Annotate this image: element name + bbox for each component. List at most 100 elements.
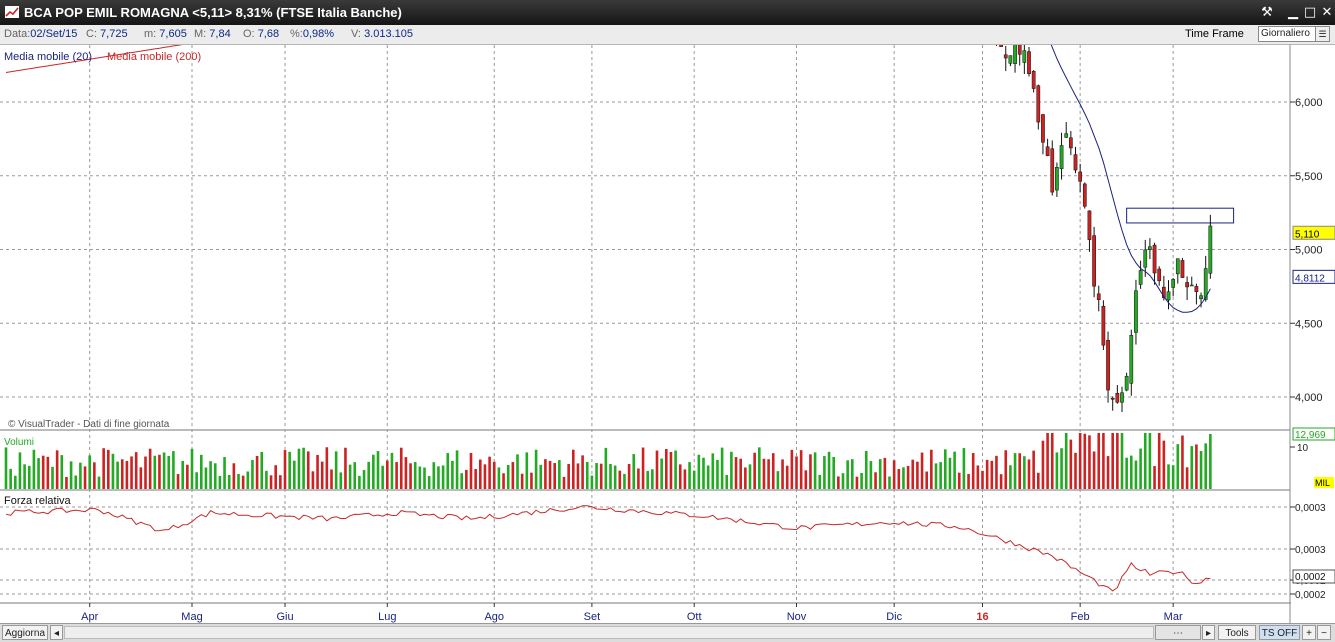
volume-bar [1018, 453, 1021, 489]
candle [1059, 132, 1064, 180]
volume-bar [306, 451, 310, 489]
candle [1069, 131, 1073, 156]
volume-bar [311, 471, 315, 489]
zoom-in-icon[interactable]: + [1302, 625, 1316, 640]
volume-bar [204, 467, 208, 489]
close-info: C: 7,725 [86, 28, 128, 40]
volume-bar [930, 449, 933, 489]
volume-bar [232, 463, 236, 489]
candle-body [1013, 45, 1017, 64]
volume-bar [413, 462, 417, 489]
time-axis-label: Set [584, 611, 601, 623]
horizontal-scrollbar[interactable] [64, 626, 1154, 639]
volume-bar [255, 456, 259, 489]
volume-bar [730, 451, 733, 489]
volume-bar [330, 469, 333, 489]
volume-bar [479, 459, 482, 489]
volume-bar [69, 461, 73, 489]
close-button[interactable]: ✕ [1318, 4, 1335, 21]
candle [1124, 372, 1129, 392]
volume-bar [823, 456, 826, 489]
candle-body [1124, 375, 1129, 391]
volume-bar [1195, 444, 1198, 489]
tools-button[interactable]: Tools [1218, 625, 1256, 640]
volume-bar [599, 463, 603, 489]
volume-bar [1009, 465, 1012, 489]
volume-bar [897, 469, 901, 489]
volume-bar [576, 463, 580, 489]
volume-bar [892, 460, 896, 489]
volume-bar [795, 456, 798, 489]
volume-bar [1106, 456, 1110, 489]
volume-bar [37, 458, 40, 489]
min-info: m: 7,605 [144, 28, 187, 40]
volume-bar [339, 472, 343, 489]
candle [1082, 182, 1087, 209]
pin-icon[interactable]: ⚒ [1258, 4, 1276, 21]
volume-bar [869, 461, 873, 489]
scroll-right-icon[interactable]: ▸ [1202, 625, 1215, 640]
candle-body [1152, 244, 1157, 274]
ma20-legend: Media mobile (20) [4, 51, 92, 63]
volume-bar [395, 462, 398, 489]
scroll-thumb-handle[interactable]: ⋯ [1155, 625, 1201, 640]
candle [1175, 258, 1180, 284]
volume-bar [971, 453, 975, 489]
volume-bar [1176, 444, 1180, 489]
volume-axis-label: 10 [1297, 443, 1309, 454]
volume-bar [860, 472, 863, 489]
volume-bar [181, 460, 184, 489]
volume-bar [641, 447, 645, 489]
volume-bar [562, 476, 566, 489]
minimize-button[interactable]: ▁ [1284, 4, 1302, 21]
volume-bar [1111, 433, 1114, 489]
scroll-left-icon[interactable]: ◂ [50, 625, 63, 640]
candle [1092, 226, 1096, 298]
price-axis-label: 5,000 [1295, 245, 1323, 257]
volume-bar [409, 463, 412, 489]
time-axis-label: Lug [378, 611, 396, 623]
volume-bar [1116, 433, 1119, 489]
refresh-button[interactable]: Aggiorna [2, 625, 48, 640]
volume-bar [102, 448, 105, 489]
volume-bar [1097, 433, 1101, 489]
volume-bar [771, 453, 775, 489]
candle-body [1208, 225, 1213, 274]
open-info: O: 7,68 [243, 28, 280, 40]
volume-bar [1046, 433, 1049, 489]
volume-bar [320, 461, 324, 489]
volume-bar [999, 474, 1003, 489]
volume-bar [925, 471, 928, 489]
candle [1129, 329, 1134, 396]
volume-bar [581, 455, 584, 489]
volume-bar [1143, 433, 1147, 489]
price-chart[interactable]: 8,5008,0007,5007,0006,5006,0005,5005,000… [0, 45, 1335, 623]
zoom-out-icon[interactable]: − [1317, 625, 1331, 640]
timeframe-label: Time Frame [1185, 28, 1244, 40]
time-axis-label: Mar [1164, 611, 1183, 623]
volume-bar [590, 475, 594, 489]
volume-bar [399, 447, 403, 489]
volume-bar [948, 457, 952, 489]
volume-bar [976, 465, 980, 489]
volume-bar [934, 463, 938, 489]
volume-bar [1102, 433, 1105, 489]
maximize-button[interactable]: □ [1301, 4, 1319, 21]
volume-bar [544, 459, 547, 489]
volume-bar [483, 464, 487, 489]
volume-bar [223, 457, 226, 489]
candle-body [1148, 246, 1152, 250]
volume-bar [404, 457, 408, 489]
ts-toggle-button[interactable]: TS OFF [1259, 625, 1300, 640]
volume-bar [455, 450, 459, 489]
volume-bar [967, 473, 970, 489]
volume-bar [125, 460, 129, 489]
chart-app-icon [5, 6, 19, 18]
volume-bar [692, 470, 696, 489]
volume-bar [846, 460, 849, 489]
quote-info-bar: Data:02/Set/15 C: 7,725 m: 7,605 M: 7,84… [0, 25, 1335, 45]
volume-bar [995, 455, 998, 489]
timeframe-select[interactable]: Giornaliero ☰ [1258, 26, 1330, 42]
volume-bar [148, 448, 152, 489]
candle [1157, 266, 1162, 286]
